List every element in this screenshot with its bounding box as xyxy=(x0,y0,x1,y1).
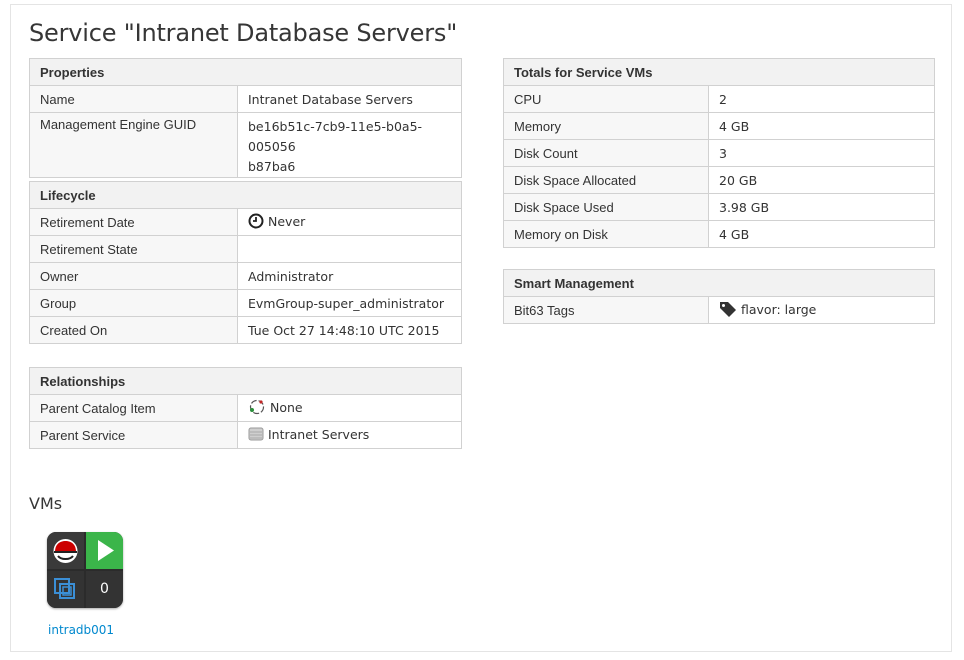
catalog-item-icon xyxy=(248,398,266,419)
row-label: Parent Service xyxy=(29,421,238,449)
row-value: be16b51c-7cb9-11e5-b0a5-005056 b87ba6 xyxy=(237,112,462,178)
table-row[interactable]: Parent Service Intranet Servers xyxy=(29,421,462,449)
row-value: 3.98 GB xyxy=(708,193,935,221)
row-label: Created On xyxy=(29,316,238,344)
retirement-date-value: Never xyxy=(268,213,306,229)
row-value: 4 GB xyxy=(708,112,935,140)
row-value: 4 GB xyxy=(708,220,935,248)
row-value: Intranet Database Servers xyxy=(237,85,462,113)
row-label: Retirement State xyxy=(29,235,238,263)
row-value: Tue Oct 27 14:48:10 UTC 2015 xyxy=(237,316,462,344)
vmware-icon xyxy=(47,571,84,608)
table-row: Retirement Date Never xyxy=(29,208,462,236)
row-label: Management Engine GUID xyxy=(29,112,238,178)
row-label: Bit63 Tags xyxy=(503,296,709,324)
relationships-header: Relationships xyxy=(29,367,462,395)
totals-table: Totals for Service VMs CPU 2 Memory 4 GB… xyxy=(503,58,935,248)
table-row: Disk Count 3 xyxy=(503,139,935,167)
row-value: 3 xyxy=(708,139,935,167)
row-value[interactable]: None xyxy=(237,394,462,422)
vm-link[interactable]: intradb001 xyxy=(48,623,114,637)
table-row: Disk Space Used 3.98 GB xyxy=(503,193,935,221)
table-row: Bit63 Tags flavor: large xyxy=(503,296,935,324)
lifecycle-header: Lifecycle xyxy=(29,181,462,209)
row-label: Memory on Disk xyxy=(503,220,709,248)
row-label: Name xyxy=(29,85,238,113)
table-row: Memory 4 GB xyxy=(503,112,935,140)
row-value: Administrator xyxy=(237,262,462,290)
row-label: Retirement Date xyxy=(29,208,238,236)
row-value xyxy=(237,235,462,263)
smart-management-table: Smart Management Bit63 Tags flavor: larg… xyxy=(503,269,935,324)
page-title: Service "Intranet Database Servers" xyxy=(29,19,458,47)
totals-header: Totals for Service VMs xyxy=(503,58,935,86)
table-row: Retirement State xyxy=(29,235,462,263)
table-row: Name Intranet Database Servers xyxy=(29,85,462,113)
redhat-icon xyxy=(47,532,84,569)
parent-catalog-item-value: None xyxy=(270,399,303,415)
play-icon xyxy=(86,532,123,569)
table-row: Memory on Disk 4 GB xyxy=(503,220,935,248)
parent-service-value: Intranet Servers xyxy=(268,426,370,442)
tag-icon xyxy=(719,301,737,320)
vms-section-title: VMs xyxy=(29,494,63,513)
properties-table: Properties Name Intranet Database Server… xyxy=(29,58,462,178)
smart-management-header: Smart Management xyxy=(503,269,935,297)
row-label: Memory xyxy=(503,112,709,140)
row-label: CPU xyxy=(503,85,709,113)
lifecycle-table: Lifecycle Retirement Date Never Retireme… xyxy=(29,181,462,344)
row-value: 2 xyxy=(708,85,935,113)
tag-value: flavor: large xyxy=(741,301,817,317)
table-row: CPU 2 xyxy=(503,85,935,113)
service-icon xyxy=(248,426,264,445)
guid-part-1: be16b51c-7cb9-11e5-b0a5-005056 xyxy=(248,119,423,154)
table-row: Created On Tue Oct 27 14:48:10 UTC 2015 xyxy=(29,316,462,344)
row-value: Never xyxy=(237,208,462,236)
row-value: EvmGroup-super_administrator xyxy=(237,289,462,317)
row-label: Owner xyxy=(29,262,238,290)
properties-header: Properties xyxy=(29,58,462,86)
row-label: Disk Count xyxy=(503,139,709,167)
row-label: Parent Catalog Item xyxy=(29,394,238,422)
relationships-table: Relationships Parent Catalog Item None P… xyxy=(29,367,462,449)
snapshot-count: 0 xyxy=(86,571,123,608)
row-value: 20 GB xyxy=(708,166,935,194)
clock-icon xyxy=(248,213,264,232)
row-label: Group xyxy=(29,289,238,317)
vm-quadicon[interactable]: 0 xyxy=(47,532,123,608)
guid-part-2: b87ba6 xyxy=(248,159,296,174)
row-label: Disk Space Used xyxy=(503,193,709,221)
table-row: Owner Administrator xyxy=(29,262,462,290)
row-label: Disk Space Allocated xyxy=(503,166,709,194)
table-row[interactable]: Parent Catalog Item None xyxy=(29,394,462,422)
row-value[interactable]: Intranet Servers xyxy=(237,421,462,449)
table-row: Group EvmGroup-super_administrator xyxy=(29,289,462,317)
row-value: flavor: large xyxy=(708,296,935,324)
table-row: Management Engine GUID be16b51c-7cb9-11e… xyxy=(29,112,462,178)
table-row: Disk Space Allocated 20 GB xyxy=(503,166,935,194)
